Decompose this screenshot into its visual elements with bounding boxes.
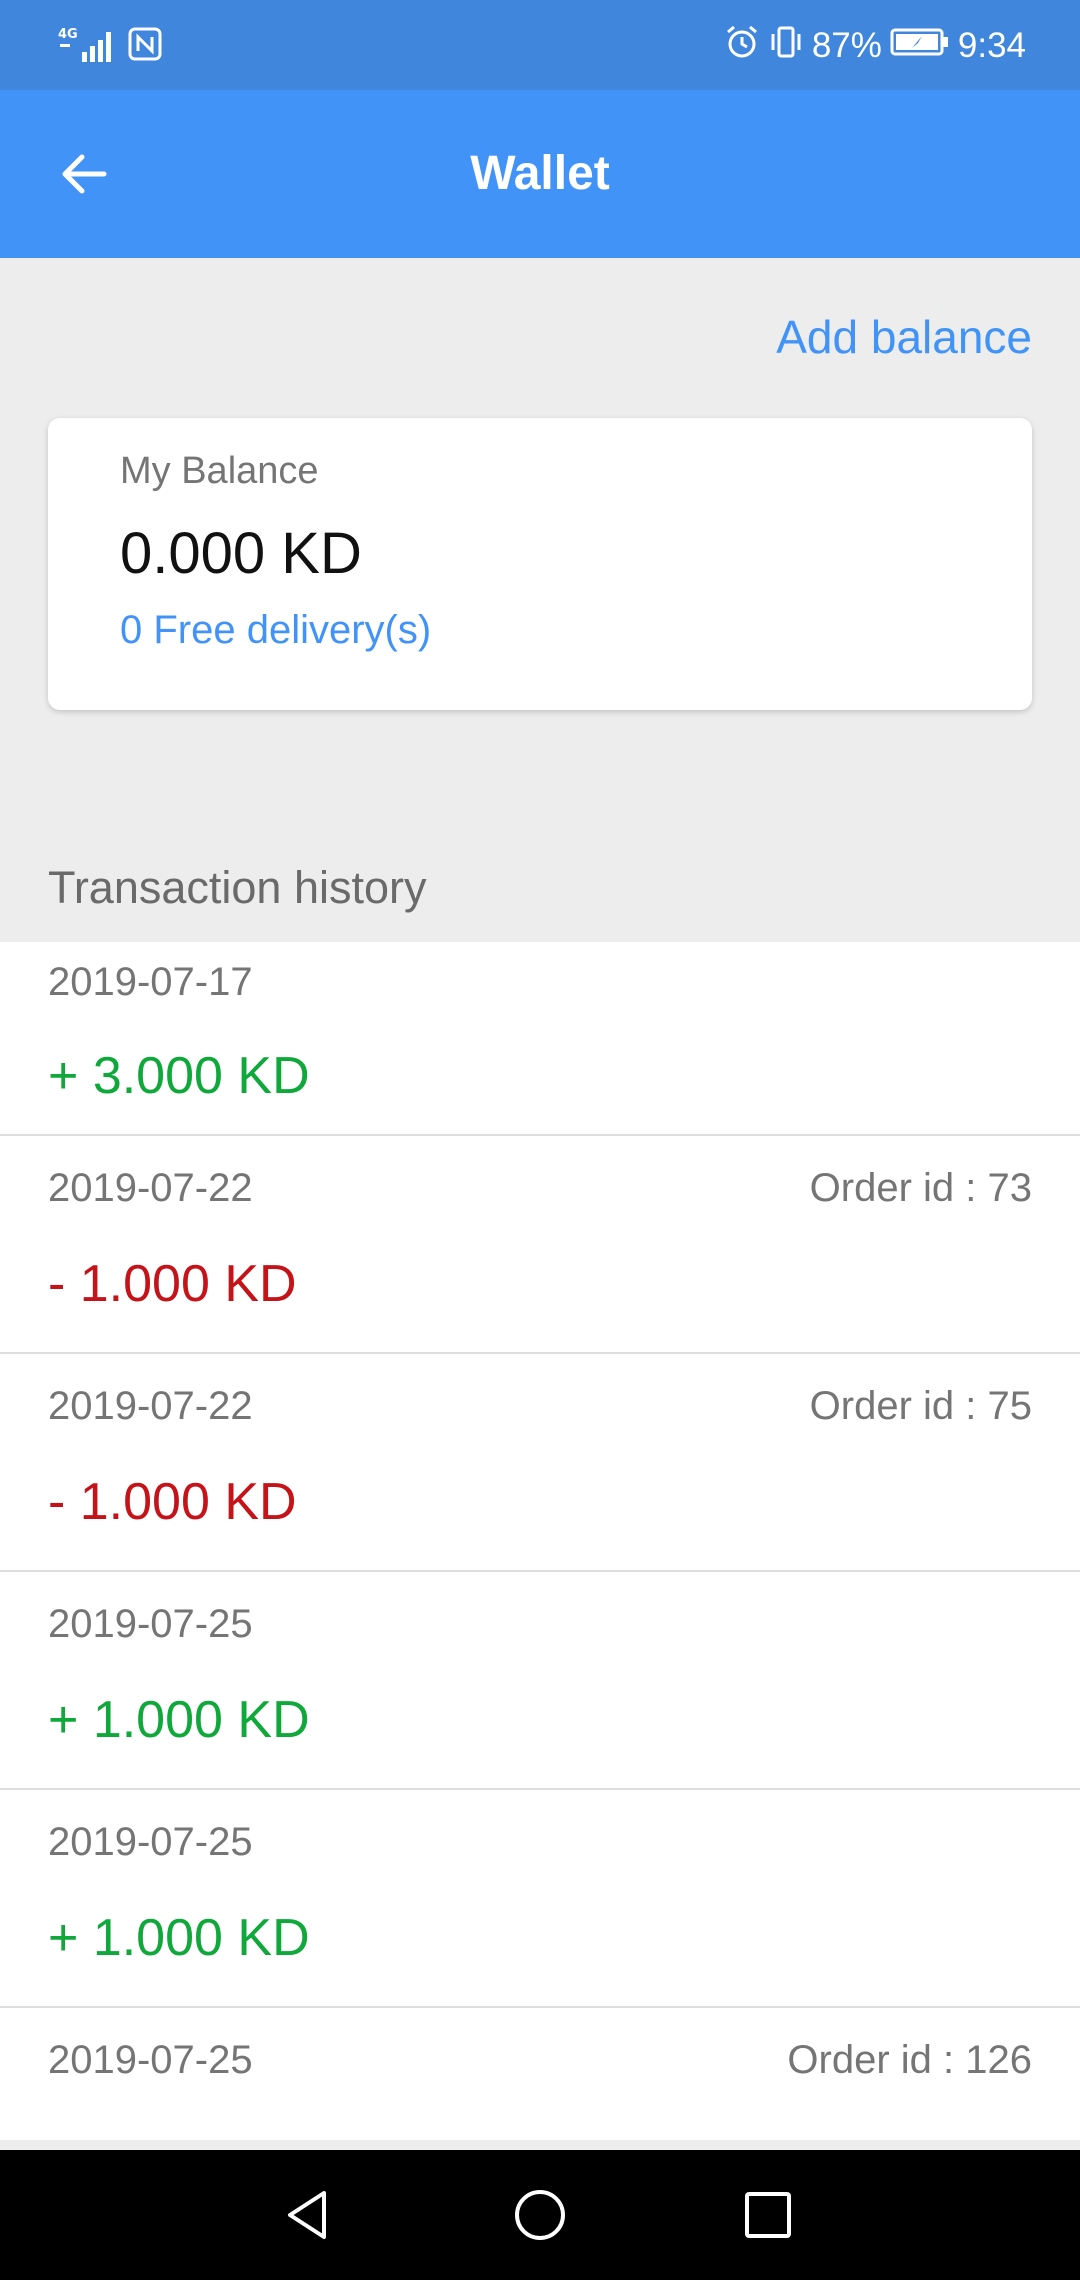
transaction-amount: + 1.000 KD bbox=[48, 1909, 310, 1967]
transaction-amount: + 1.000 KD bbox=[48, 1691, 310, 1749]
transaction-date: 2019-07-22 bbox=[48, 1166, 253, 1210]
system-nav-bar bbox=[0, 2150, 1080, 2280]
transaction-row[interactable]: 2019-07-25 + 1.000 KD bbox=[0, 1790, 1080, 2008]
nav-back-button[interactable] bbox=[268, 2175, 348, 2255]
transaction-row[interactable]: 2019-07-22 Order id : 75 - 1.000 KD bbox=[0, 1354, 1080, 1572]
transaction-date: 2019-07-22 bbox=[48, 1384, 253, 1428]
triangle-back-icon bbox=[288, 2191, 326, 2239]
battery-percent: 87% bbox=[811, 26, 882, 65]
transaction-row[interactable]: 2019-07-22 Order id : 73 - 1.000 KD bbox=[0, 1136, 1080, 1354]
vibrate-icon bbox=[768, 24, 804, 69]
transaction-history-title: Transaction history bbox=[48, 862, 427, 913]
circle-home-icon bbox=[515, 2190, 565, 2240]
status-left: 4G bbox=[58, 22, 162, 70]
transaction-order-id: Order id : 75 bbox=[809, 1384, 1032, 1428]
alarm-icon bbox=[724, 24, 760, 69]
add-balance-link[interactable]: Add balance bbox=[776, 310, 1032, 364]
transaction-date: 2019-07-25 bbox=[48, 1820, 253, 1864]
status-bar: 4G 87% 9:34 bbox=[0, 0, 1080, 90]
clock-time: 9:34 bbox=[957, 26, 1026, 65]
transaction-date: 2019-07-17 bbox=[48, 960, 253, 1004]
app-bar: Wallet bbox=[0, 90, 1080, 258]
transaction-amount: + 3.000 KD bbox=[48, 1047, 310, 1105]
transaction-date: 2019-07-25 bbox=[48, 1602, 253, 1646]
transaction-row[interactable]: 2019-07-17 + 3.000 KD bbox=[0, 942, 1080, 1136]
status-right: 87% 9:34 bbox=[724, 22, 1026, 70]
balance-amount: 0.000 KD bbox=[120, 521, 362, 586]
page-title: Wallet bbox=[470, 147, 610, 200]
nav-home-button[interactable] bbox=[500, 2175, 580, 2255]
nfc-icon bbox=[128, 27, 162, 66]
free-deliveries-link[interactable]: 0 Free delivery(s) bbox=[120, 608, 431, 653]
balance-label: My Balance bbox=[120, 450, 319, 492]
battery-icon bbox=[890, 26, 950, 67]
balance-card: My Balance 0.000 KD 0 Free delivery(s) bbox=[48, 418, 1032, 710]
transaction-row[interactable]: 2019-07-25 + 1.000 KD bbox=[0, 1572, 1080, 1790]
transaction-date: 2019-07-25 bbox=[48, 2038, 253, 2082]
transaction-list[interactable]: 2019-07-17 + 3.000 KD 2019-07-22 Order i… bbox=[0, 942, 1080, 2140]
network-type-text: 4G bbox=[58, 27, 78, 42]
transaction-row[interactable]: 2019-07-25 Order id : 126 bbox=[0, 2008, 1080, 2140]
transaction-amount: - 1.000 KD bbox=[48, 1473, 297, 1531]
transaction-amount: - 1.000 KD bbox=[48, 1255, 297, 1313]
transaction-order-id: Order id : 126 bbox=[787, 2038, 1032, 2082]
network-signal-icon: 4G bbox=[58, 24, 118, 69]
square-recents-icon bbox=[745, 2192, 791, 2238]
nav-recents-button[interactable] bbox=[728, 2175, 808, 2255]
transaction-order-id: Order id : 73 bbox=[809, 1166, 1032, 1210]
